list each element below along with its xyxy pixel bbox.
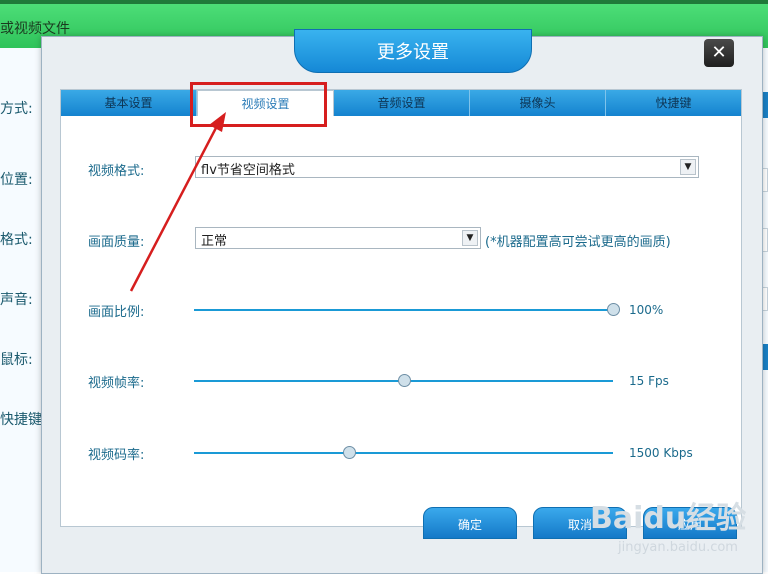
app-header-border xyxy=(0,0,768,4)
side-label-mode: 方式: xyxy=(0,101,33,117)
side-label-format: 格式: xyxy=(0,232,33,248)
fps-slider-handle[interactable] xyxy=(397,374,411,387)
dialog-title: 更多设置 xyxy=(377,42,449,63)
tab-bar: 基本设置 视频设置 音频设置 摄像头 快捷键 xyxy=(61,90,741,116)
side-label-hotkey: 快捷键 xyxy=(0,412,42,428)
chevron-down-icon: ▼ xyxy=(462,230,478,246)
tab-hotkey[interactable]: 快捷键 xyxy=(606,90,741,116)
bitrate-slider-track[interactable] xyxy=(194,452,613,454)
settings-panel: 基本设置 视频设置 音频设置 摄像头 快捷键 视频格式: flv节省空间格式 ▼… xyxy=(60,89,742,527)
tab-basic[interactable]: 基本设置 xyxy=(61,90,197,116)
side-label-sound: 声音: xyxy=(0,292,33,308)
quality-value: 正常 xyxy=(201,234,228,249)
dialog-title-tab: 更多设置 xyxy=(294,29,532,73)
close-icon: ✕ xyxy=(711,42,727,63)
fps-value: 15 Fps xyxy=(629,374,669,388)
ratio-label: 画面比例: xyxy=(88,305,145,320)
ratio-value: 100% xyxy=(629,303,664,317)
tab-highlight-box xyxy=(190,82,327,127)
bitrate-slider-handle[interactable] xyxy=(343,446,357,459)
video-format-value: flv节省空间格式 xyxy=(201,163,295,178)
quality-label: 画面质量: xyxy=(88,235,145,250)
side-label-position: 位置: xyxy=(0,172,33,188)
ratio-slider-handle[interactable] xyxy=(607,303,620,316)
side-label-mouse: 鼠标: xyxy=(0,352,33,368)
app-title-fragment: 或视频文件 xyxy=(0,21,70,37)
close-button[interactable]: ✕ xyxy=(704,39,734,67)
ratio-slider-track[interactable] xyxy=(194,309,613,311)
quality-select[interactable]: 正常 ▼ xyxy=(195,227,481,249)
video-format-label: 视频格式: xyxy=(88,164,145,179)
ok-button[interactable]: 确定 xyxy=(423,507,517,539)
chevron-down-icon: ▼ xyxy=(680,159,696,175)
tab-audio[interactable]: 音频设置 xyxy=(334,90,470,116)
bitrate-label: 视频码率: xyxy=(88,448,145,463)
watermark-url: jingyan.baidu.com xyxy=(618,540,738,555)
bitrate-value: 1500 Kbps xyxy=(629,446,693,460)
quality-hint: (*机器配置高可尝试更高的画质) xyxy=(485,235,671,250)
tab-camera[interactable]: 摄像头 xyxy=(470,90,606,116)
fps-label: 视频帧率: xyxy=(88,376,145,391)
video-format-select[interactable]: flv节省空间格式 ▼ xyxy=(195,156,699,178)
watermark-brand: Baidu经验 xyxy=(590,501,747,536)
